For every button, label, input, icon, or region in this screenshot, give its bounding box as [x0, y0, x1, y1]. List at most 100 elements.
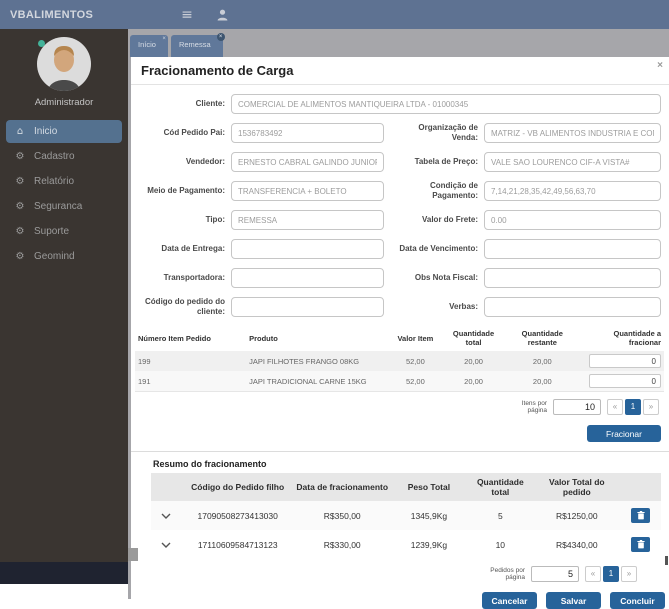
valor-frete-label: Valor do Frete: [421, 215, 478, 224]
cell-produto: JAPI FILHOTES FRANGO 08KG [249, 356, 360, 366]
tab-remessa[interactable]: Remessa × [170, 33, 225, 57]
delete-button[interactable] [631, 508, 651, 524]
col-valor-item: Valor Item [397, 333, 434, 343]
col-data-fracionamento: Data de fracionamento [296, 482, 389, 493]
verbas-label: Verbas: [449, 302, 478, 311]
cell-peso-total: 1345,9Kg [410, 510, 448, 521]
tab-close-icon[interactable]: × [216, 33, 225, 41]
scrollbar-thumb[interactable] [665, 556, 668, 565]
table-row: 17090508273413030 R$350,00 1345,9Kg 5 R$… [151, 501, 661, 531]
sidebar-item-seguranca[interactable]: ⚙ Seguranca [6, 195, 122, 218]
tipo-field[interactable] [231, 210, 384, 230]
user-icon[interactable] [217, 9, 228, 21]
cell-numero: 199 [138, 356, 151, 366]
sidebar-item-inicio[interactable]: ⌂ Inicio [6, 120, 122, 143]
sidebar-item-label: Geomind [34, 251, 75, 262]
chevron-down-icon[interactable] [161, 540, 171, 550]
fracionamento-modal: × Fracionamento de Carga Cliente: Cód Pe… [131, 57, 669, 609]
sidebar-item-geomind[interactable]: ⚙ Geomind [6, 245, 122, 268]
fracionamento-form: Cliente: Cód Pedido Pai: Organização de … [131, 85, 669, 321]
data-vencimento-field[interactable] [484, 239, 661, 259]
tab-label: Remessa [178, 40, 211, 49]
cell-numero: 191 [138, 376, 151, 386]
sidebar-item-label: Seguranca [34, 201, 83, 212]
next-page-button[interactable]: » [643, 399, 659, 415]
qtd-fracionar-input[interactable] [589, 354, 661, 368]
cell-qtd-restante: 20,00 [532, 356, 552, 366]
cancelar-button[interactable]: Cancelar [482, 592, 537, 609]
gear-icon: ⚙ [15, 251, 25, 262]
data-entrega-field[interactable] [231, 239, 384, 259]
cell-valor-total: R$4340,00 [556, 539, 598, 550]
sidebar-footer-strip [0, 562, 128, 584]
items-table: Número Item Pedido Produto Valor Item Qu… [135, 325, 664, 392]
vendedor-field[interactable] [231, 152, 384, 172]
gear-icon: ⚙ [15, 151, 25, 162]
status-dot [38, 40, 45, 47]
brand-logo: VBALIMENTOS [10, 8, 94, 21]
sidebar-item-relatorio[interactable]: ⚙ Relatório [6, 170, 122, 193]
delete-button[interactable] [631, 537, 651, 553]
verbas-field[interactable] [484, 297, 661, 317]
cell-data-fracionamento: R$350,00 [323, 510, 361, 521]
col-numero-item: Número Item Pedido [138, 333, 211, 343]
summary-table-header: Código do Pedido filho Data de fracionam… [151, 473, 661, 502]
page-1-button[interactable]: 1 [603, 566, 619, 583]
sidebar-item-suporte[interactable]: ⚙ Suporte [6, 220, 122, 243]
prev-page-button[interactable]: « [585, 566, 601, 583]
screen: VBALIMENTOS ≡ Administrador ⌂ Inicio ⚙ C… [0, 0, 669, 609]
items-pagination: Itens por página « 1 » [131, 399, 659, 415]
qtd-fracionar-input[interactable] [589, 374, 661, 388]
organizacao-venda-field[interactable] [484, 123, 661, 143]
salvar-button[interactable]: Salvar [546, 592, 601, 609]
col-expand [151, 473, 182, 501]
col-produto: Produto [249, 333, 278, 343]
cod-pedido-pai-field[interactable] [231, 123, 384, 143]
divider [131, 451, 669, 452]
organizacao-venda-label: Organização de Venda: [418, 123, 478, 142]
tab-close-icon[interactable]: × [162, 36, 166, 42]
sidebar-item-label: Suporte [34, 226, 70, 237]
codigo-pedido-cliente-field[interactable] [231, 297, 384, 317]
col-qtd-total: Quantidade total [452, 329, 495, 347]
cell-valor-total: R$1250,00 [556, 510, 598, 521]
cliente-field[interactable] [231, 94, 661, 114]
close-icon[interactable]: × [657, 60, 663, 71]
cell-qtd-total: 10 [495, 539, 506, 550]
condicao-pagamento-label: Condição de Pagamento: [429, 181, 478, 200]
col-quantidade-total: Quantidade total [476, 477, 524, 498]
hamburger-icon[interactable]: ≡ [181, 7, 193, 23]
avatar[interactable] [36, 36, 92, 92]
sidebar-item-cadastro[interactable]: ⚙ Cadastro [6, 145, 122, 168]
cell-qtd-total: 20,00 [464, 376, 483, 386]
condicao-pagamento-field[interactable] [484, 181, 661, 201]
summary-pagination: Pedidos por página « 1 » [131, 566, 637, 583]
page-1-button[interactable]: 1 [625, 399, 641, 415]
next-page-button[interactable]: » [621, 566, 637, 583]
obs-nota-fiscal-field[interactable] [484, 268, 661, 288]
transportadora-label: Transportadora: [163, 273, 225, 282]
pedidos-page-size-input[interactable] [531, 566, 579, 583]
gear-icon: ⚙ [15, 201, 25, 212]
sidebar-item-label: Inicio [34, 126, 58, 137]
valor-frete-field[interactable] [484, 210, 661, 230]
cell-peso-total: 1239,9Kg [410, 539, 448, 550]
cell-data-fracionamento: R$330,00 [323, 539, 361, 550]
transportadora-field[interactable] [231, 268, 384, 288]
items-page-size-input[interactable] [553, 399, 601, 415]
tabela-preco-field[interactable] [484, 152, 661, 172]
tab-label: Início [138, 40, 156, 49]
meio-pagamento-field[interactable] [231, 181, 384, 201]
tab-inicio[interactable]: Início × [130, 35, 168, 57]
summary-table: Código do Pedido filho Data de fracionam… [151, 473, 661, 559]
modal-title: Fracionamento de Carga [131, 57, 669, 85]
cell-qtd-restante: 20,00 [532, 376, 552, 386]
scrollbar-corner[interactable] [128, 548, 138, 561]
data-entrega-label: Data de Entrega: [161, 244, 225, 253]
prev-page-button[interactable]: « [607, 399, 623, 415]
modal-footer: Cancelar Salvar Concluir [131, 592, 665, 609]
fracionar-button[interactable]: Fracionar [587, 425, 661, 442]
chevron-down-icon[interactable] [161, 511, 171, 521]
concluir-button[interactable]: Concluir [610, 592, 665, 609]
meio-pagamento-label: Meio de Pagamento: [147, 186, 225, 195]
